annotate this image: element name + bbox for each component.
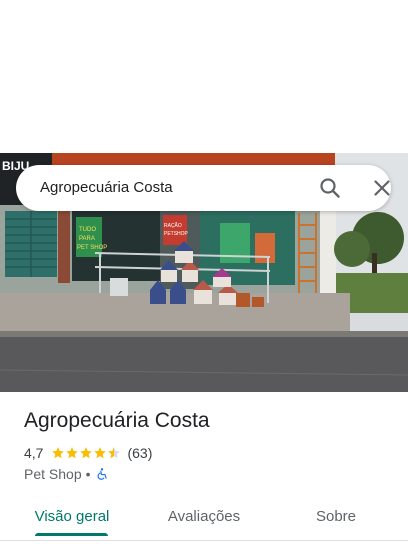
- place-title: Agropecuária Costa: [24, 409, 210, 432]
- poster-line: TUDO: [79, 227, 96, 233]
- tab-reviews[interactable]: Avaliações: [156, 496, 252, 536]
- category-row: Pet Shop •: [24, 465, 109, 483]
- search-icon[interactable]: [318, 176, 342, 200]
- wheelchair-icon: [97, 468, 107, 480]
- search-bar[interactable]: Agropecuária Costa: [16, 165, 391, 211]
- rating-row[interactable]: 4,7 (63): [24, 444, 152, 462]
- star-icon: [80, 447, 93, 459]
- tab-overview[interactable]: Visão geral: [24, 496, 120, 536]
- review-count[interactable]: (63): [127, 445, 152, 461]
- tab-about[interactable]: Sobre: [296, 496, 376, 536]
- star-rating: [51, 446, 121, 460]
- poster-line: PARA: [79, 236, 95, 242]
- star-half-icon: [108, 447, 121, 459]
- poster-line: PETSHOP: [164, 231, 189, 237]
- poster-line: RAÇÃO: [164, 222, 182, 229]
- search-input[interactable]: Agropecuária Costa: [40, 179, 173, 196]
- tab-divider: [0, 540, 408, 541]
- close-icon[interactable]: [370, 176, 394, 200]
- separator-dot: •: [85, 466, 91, 482]
- active-tab-indicator: [35, 533, 108, 536]
- poster-line: PET SHOP: [77, 245, 107, 251]
- star-icon: [94, 447, 107, 459]
- star-icon: [52, 447, 65, 459]
- category-label[interactable]: Pet Shop: [24, 466, 82, 482]
- tab-bar: Visão geral Avaliações Sobre: [0, 496, 408, 540]
- star-icon: [66, 447, 79, 459]
- rating-value: 4,7: [24, 445, 44, 461]
